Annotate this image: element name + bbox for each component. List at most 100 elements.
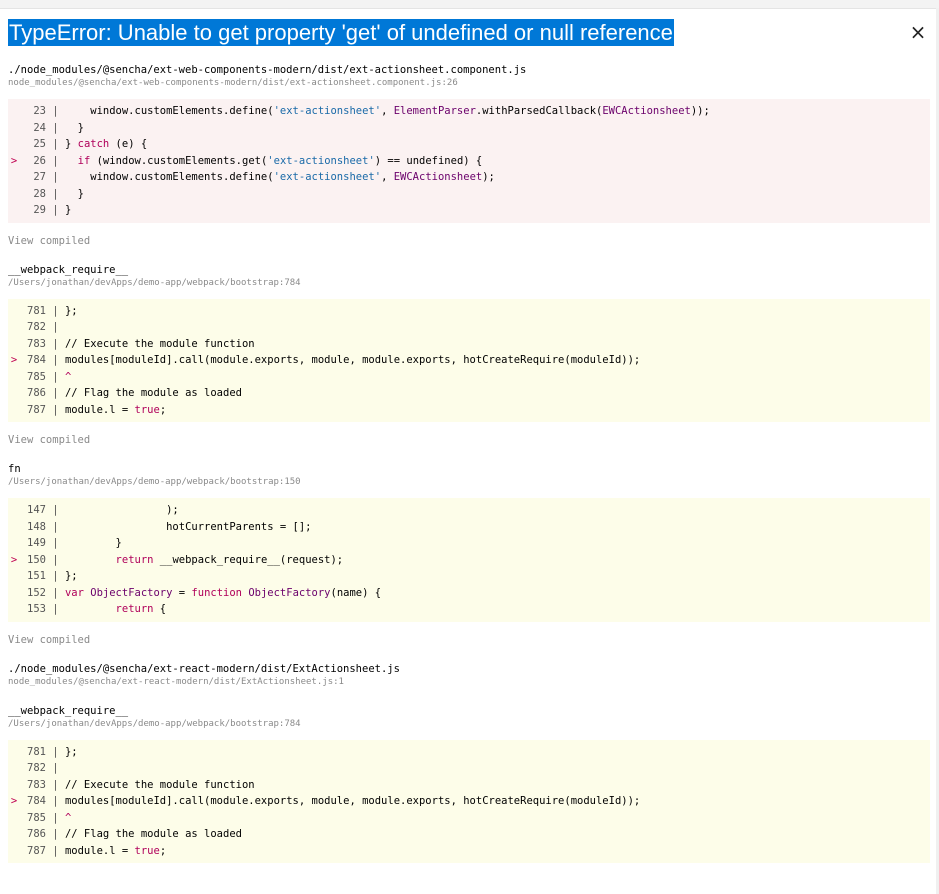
code-token: return bbox=[115, 553, 154, 566]
code-token: ); bbox=[482, 171, 495, 183]
code-token: function bbox=[191, 586, 242, 599]
code-token: window.customElements.define( bbox=[64, 171, 274, 183]
line-separator: | bbox=[46, 304, 65, 317]
line-separator: | bbox=[46, 354, 65, 366]
error-line-marker bbox=[8, 519, 20, 536]
line-number: 150 bbox=[27, 553, 46, 566]
code-line-highlighted: >150 | return __webpack_require__(reques… bbox=[8, 552, 930, 569]
error-line-marker bbox=[8, 601, 20, 618]
line-separator: | bbox=[46, 520, 65, 533]
line-number: 782 bbox=[27, 321, 46, 333]
view-compiled-link[interactable]: View compiled bbox=[8, 234, 930, 248]
frame-function-name: __webpack_require__ bbox=[8, 263, 129, 276]
line-number: 781 bbox=[27, 745, 46, 758]
error-line-marker bbox=[8, 843, 20, 860]
code-line: 27 | window.customElements.define('ext-a… bbox=[8, 169, 930, 186]
code-token: module.l = bbox=[64, 844, 135, 857]
error-line-marker bbox=[8, 568, 20, 585]
code-token: 'ext-actionsheet' bbox=[273, 105, 382, 117]
code-line: 786 | // Flag the module as loaded bbox=[8, 385, 930, 402]
error-line-marker bbox=[8, 169, 20, 186]
code-line: 785 | ^ bbox=[8, 810, 930, 827]
line-separator: | bbox=[46, 828, 65, 840]
code-token: (e) { bbox=[109, 138, 148, 150]
code-token: ) == undefined) { bbox=[374, 154, 483, 167]
code-line: 782 | bbox=[8, 760, 930, 777]
code-line: 785 | ^ bbox=[8, 369, 930, 386]
code-token: __webpack_require__(request); bbox=[153, 553, 344, 566]
code-token: }; bbox=[64, 304, 78, 317]
code-token: }; bbox=[64, 745, 78, 758]
line-number: 783 bbox=[27, 337, 46, 350]
code-token: (window.customElements.get( bbox=[90, 154, 268, 167]
code-token: } bbox=[64, 537, 122, 549]
line-separator: | bbox=[46, 187, 65, 200]
code-token: = bbox=[172, 586, 192, 599]
view-compiled-link[interactable]: View compiled bbox=[8, 633, 930, 647]
code-line: 147 | ); bbox=[8, 502, 930, 519]
code-token: // Flag the module as loaded bbox=[64, 828, 242, 840]
line-separator: | bbox=[46, 154, 65, 167]
line-separator: | bbox=[46, 844, 65, 857]
code-line: 781 | }; bbox=[8, 744, 930, 761]
code-token: { bbox=[153, 603, 167, 615]
code-token: ObjectFactory bbox=[90, 586, 173, 599]
error-line-marker bbox=[8, 760, 20, 777]
code-token: } bbox=[64, 204, 72, 216]
code-token: ElementParser bbox=[393, 105, 476, 117]
code-snippet: 781 | }; 782 | 783 | // Execute the modu… bbox=[8, 298, 930, 422]
code-line: 151 | }; bbox=[8, 568, 930, 585]
error-line-marker bbox=[8, 186, 20, 203]
stack-frame: ./node_modules/@sencha/ext-react-modern/… bbox=[8, 662, 930, 689]
code-token: , bbox=[381, 171, 394, 183]
line-number: 153 bbox=[27, 603, 46, 615]
frame-file-path[interactable]: /Users/jonathan/devApps/demo-app/webpack… bbox=[8, 277, 930, 290]
line-number: 26 bbox=[33, 154, 46, 167]
frame-file-path[interactable]: node_modules/@sencha/ext-react-modern/di… bbox=[8, 676, 930, 689]
code-line: 787 | module.l = true; bbox=[8, 402, 930, 419]
frame-file-path[interactable]: /Users/jonathan/devApps/demo-app/webpack… bbox=[8, 718, 930, 731]
stack-frames: ./node_modules/@sencha/ext-web-component… bbox=[8, 63, 930, 863]
error-title[interactable]: TypeError: Unable to get property 'get' … bbox=[8, 19, 674, 46]
line-number: 781 bbox=[27, 304, 46, 317]
stack-frame: __webpack_require__/Users/jonathan/devAp… bbox=[8, 704, 930, 863]
error-line-marker bbox=[8, 810, 20, 827]
code-token: } bbox=[64, 187, 84, 200]
line-separator: | bbox=[46, 171, 65, 183]
line-separator: | bbox=[46, 321, 65, 333]
code-token: }; bbox=[64, 570, 78, 582]
stack-frame: fn/Users/jonathan/devApps/demo-app/webpa… bbox=[8, 462, 930, 647]
code-token: var bbox=[64, 586, 84, 599]
code-token: EWCActionsheet bbox=[602, 105, 691, 117]
line-number: 784 bbox=[27, 795, 46, 807]
code-token: ^ bbox=[64, 811, 72, 824]
error-line-marker bbox=[8, 120, 20, 137]
line-number: 24 bbox=[33, 121, 46, 134]
view-compiled-link[interactable]: View compiled bbox=[8, 433, 930, 447]
code-token: , bbox=[381, 105, 394, 117]
frame-file-path[interactable]: /Users/jonathan/devApps/demo-app/webpack… bbox=[8, 476, 930, 489]
code-token: )); bbox=[690, 105, 710, 117]
code-token: return bbox=[115, 603, 154, 615]
code-line: 783 | // Execute the module function bbox=[8, 777, 930, 794]
line-separator: | bbox=[46, 762, 65, 774]
line-number: 25 bbox=[33, 138, 46, 150]
code-token: catch bbox=[77, 138, 110, 150]
close-button[interactable]: × bbox=[907, 21, 929, 43]
error-overlay: TypeError: Unable to get property 'get' … bbox=[8, 19, 930, 863]
error-line-marker bbox=[8, 136, 20, 153]
code-line: 25 | } catch (e) { bbox=[8, 136, 930, 153]
code-line: 787 | module.l = true; bbox=[8, 843, 930, 860]
frame-file-path[interactable]: node_modules/@sencha/ext-web-components-… bbox=[8, 77, 930, 90]
line-separator: | bbox=[46, 370, 65, 383]
code-line: 781 | }; bbox=[8, 303, 930, 320]
code-token: // Flag the module as loaded bbox=[64, 387, 242, 399]
frame-function-name: ./node_modules/@sencha/ext-react-modern/… bbox=[8, 662, 400, 675]
code-token: ; bbox=[159, 403, 167, 416]
code-token: ); bbox=[64, 504, 179, 516]
line-separator: | bbox=[46, 745, 65, 758]
error-line-marker bbox=[8, 402, 20, 419]
error-line-marker: > bbox=[10, 154, 18, 167]
